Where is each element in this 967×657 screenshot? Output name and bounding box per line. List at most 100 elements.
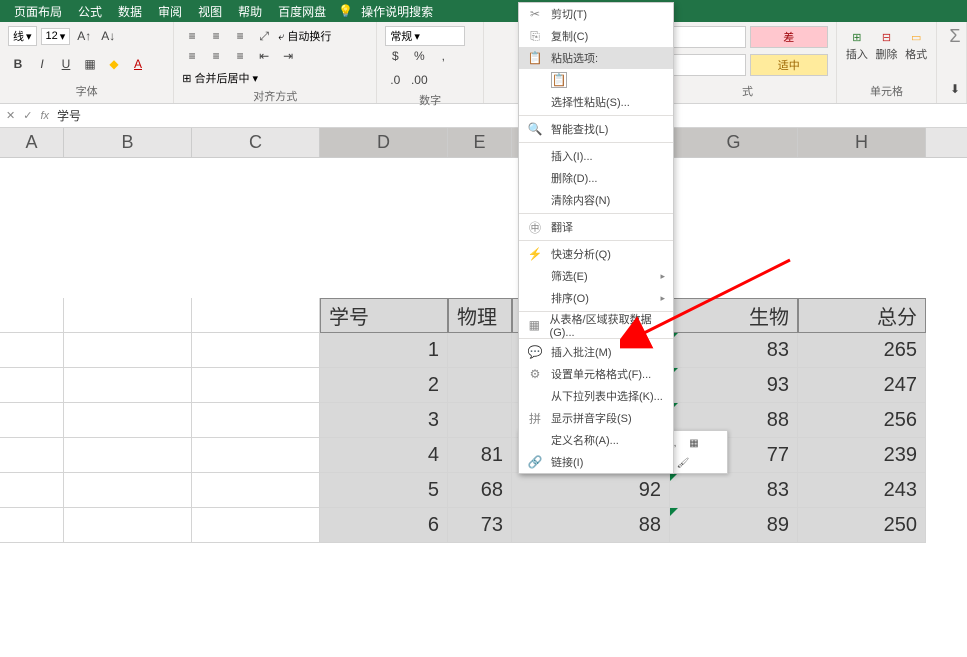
column-headers: A B C D E G H: [0, 128, 967, 158]
formula-bar: ✕ ✓ fx 学号: [0, 104, 967, 128]
align-bot-icon[interactable]: ≡: [230, 26, 250, 46]
menu-help[interactable]: 帮助: [230, 3, 270, 20]
formula-value[interactable]: 学号: [57, 107, 81, 124]
search-icon: 🔍: [527, 121, 543, 137]
hdr-total[interactable]: 总分: [798, 298, 926, 333]
menu-view[interactable]: 视图: [190, 3, 230, 20]
align-top-icon[interactable]: ≡: [182, 26, 202, 46]
cm-paste-icon1[interactable]: 📋: [519, 69, 673, 91]
fill-icon[interactable]: ⬇: [945, 79, 965, 99]
comma-icon[interactable]: ,: [433, 46, 453, 66]
cm-insert-comment[interactable]: 💬插入批注(M): [519, 341, 673, 363]
table-row: 4 81 81 77 239: [0, 438, 967, 473]
table-icon: ▦: [527, 317, 542, 333]
merge-button[interactable]: ⊞ 合并后居中 ▾: [182, 70, 258, 86]
cm-from-table[interactable]: ▦从表格/区域获取数据(G)...: [519, 314, 673, 336]
align-right-icon[interactable]: ≡: [230, 46, 250, 66]
cm-paste-special[interactable]: 选择性粘贴(S)...: [519, 91, 673, 113]
number-format-dropdown[interactable]: 常规 ▾: [385, 26, 465, 46]
increase-font-icon[interactable]: A↑: [74, 26, 94, 46]
cm-cut[interactable]: ✂剪切(T): [519, 3, 673, 25]
col-h[interactable]: H: [798, 128, 926, 157]
cm-define-name[interactable]: 定义名称(A)...: [519, 429, 673, 451]
confirm-icon[interactable]: ✓: [23, 109, 32, 122]
font-color-icon[interactable]: A: [128, 54, 148, 74]
bold-icon[interactable]: B: [8, 54, 28, 74]
font-name-dropdown[interactable]: 线 ▾: [8, 26, 37, 46]
autosum-icon[interactable]: Σ: [945, 26, 965, 46]
col-d[interactable]: D: [320, 128, 448, 157]
orientation-icon[interactable]: ⤢: [254, 26, 274, 46]
bulb-icon: 💡: [338, 4, 353, 18]
cm-sort[interactable]: 排序(O)▸: [519, 287, 673, 309]
insert-cells-button[interactable]: ⊞插入: [845, 26, 869, 66]
underline-icon[interactable]: U: [56, 54, 76, 74]
menubar: 页面布局 公式 数据 审阅 视图 帮助 百度网盘 💡 操作说明搜索: [0, 0, 967, 22]
align-mid-icon[interactable]: ≡: [206, 26, 226, 46]
style-good-cell[interactable]: 适中: [750, 54, 829, 76]
cm-insert[interactable]: 插入(I)...: [519, 145, 673, 167]
autowrap-button[interactable]: ⤶ 自动换行: [278, 28, 331, 44]
style-normal-cell[interactable]: [667, 26, 746, 48]
cm-filter[interactable]: 筛选(E)▸: [519, 265, 673, 287]
col-g[interactable]: G: [670, 128, 798, 157]
cm-quick-analysis[interactable]: ⚡快速分析(Q): [519, 243, 673, 265]
percent-icon[interactable]: %: [409, 46, 429, 66]
format-cells-button[interactable]: ▭格式: [904, 26, 928, 66]
cm-copy[interactable]: ⎘复制(C): [519, 25, 673, 47]
mt-border-icon[interactable]: ▦: [686, 435, 702, 451]
menu-data[interactable]: 数据: [110, 3, 150, 20]
col-c[interactable]: C: [192, 128, 320, 157]
menu-layout[interactable]: 页面布局: [6, 3, 70, 20]
cm-delete[interactable]: 删除(D)...: [519, 167, 673, 189]
cm-pinyin[interactable]: 拼显示拼音字段(S): [519, 407, 673, 429]
style-bad-cell[interactable]: 差: [750, 26, 829, 48]
table-row: 2 69 93 247: [0, 368, 967, 403]
style-normal2-cell[interactable]: [667, 54, 746, 76]
tell-me-search[interactable]: 操作说明搜索: [353, 3, 441, 20]
cm-smart-lookup[interactable]: 🔍智能查找(L): [519, 118, 673, 140]
cm-paste-options[interactable]: 📋粘贴选项:: [519, 47, 673, 69]
mt-paint-icon[interactable]: 🖌: [675, 455, 691, 471]
cm-sep: [519, 142, 673, 143]
menu-baidu[interactable]: 百度网盘: [270, 3, 334, 20]
clipboard-icon: 📋: [527, 50, 543, 66]
hdr-bio[interactable]: 生物: [670, 298, 798, 333]
fill-color-icon[interactable]: ◆: [104, 54, 124, 74]
cm-clear[interactable]: 清除内容(N): [519, 189, 673, 211]
chevron-right-icon: ▸: [660, 271, 665, 282]
pinyin-icon: 拼: [527, 410, 543, 426]
currency-icon[interactable]: $: [385, 46, 405, 66]
border-icon[interactable]: ▦: [80, 54, 100, 74]
cm-format-cells[interactable]: ⚙设置单元格格式(F)...: [519, 363, 673, 385]
hdr-phy[interactable]: 物理: [448, 298, 512, 333]
delete-cells-button[interactable]: ⊟删除: [875, 26, 899, 66]
col-e[interactable]: E: [448, 128, 512, 157]
menu-formulas[interactable]: 公式: [70, 3, 110, 20]
hdr-id[interactable]: 学号: [320, 298, 448, 333]
link-icon: 🔗: [527, 454, 543, 470]
dec-dec-icon[interactable]: .00: [409, 70, 429, 90]
cm-link[interactable]: 🔗链接(I): [519, 451, 673, 473]
italic-icon[interactable]: I: [32, 54, 52, 74]
indent-inc-icon[interactable]: ⇥: [278, 46, 298, 66]
format-cells-icon: ⚙: [527, 366, 543, 382]
col-a[interactable]: A: [0, 128, 64, 157]
ribbon-font-group: 线 ▾ 12 ▾ A↑ A↓ B I U ▦ ◆ A 字体: [0, 22, 174, 103]
ribbon-cells-group: ⊞插入 ⊟删除 ▭格式 单元格: [837, 22, 937, 103]
menu-review[interactable]: 审阅: [150, 3, 190, 20]
font-size-dropdown[interactable]: 12 ▾: [41, 28, 71, 45]
dec-inc-icon[interactable]: .0: [385, 70, 405, 90]
align-left-icon[interactable]: ≡: [182, 46, 202, 66]
blank-rows: [0, 158, 967, 298]
decrease-font-icon[interactable]: A↓: [98, 26, 118, 46]
indent-dec-icon[interactable]: ⇤: [254, 46, 274, 66]
cm-translate[interactable]: ㊥翻译: [519, 216, 673, 238]
col-b[interactable]: B: [64, 128, 192, 157]
align-center-icon[interactable]: ≡: [206, 46, 226, 66]
table-row: 1 95 83 265: [0, 333, 967, 368]
cm-dropdown-pick[interactable]: 从下拉列表中选择(K)...: [519, 385, 673, 407]
fx-icon[interactable]: fx: [40, 110, 49, 122]
cancel-icon[interactable]: ✕: [6, 109, 15, 122]
ribbon-number-group: 常规 ▾ $ % , .0 .00 数字: [377, 22, 484, 103]
